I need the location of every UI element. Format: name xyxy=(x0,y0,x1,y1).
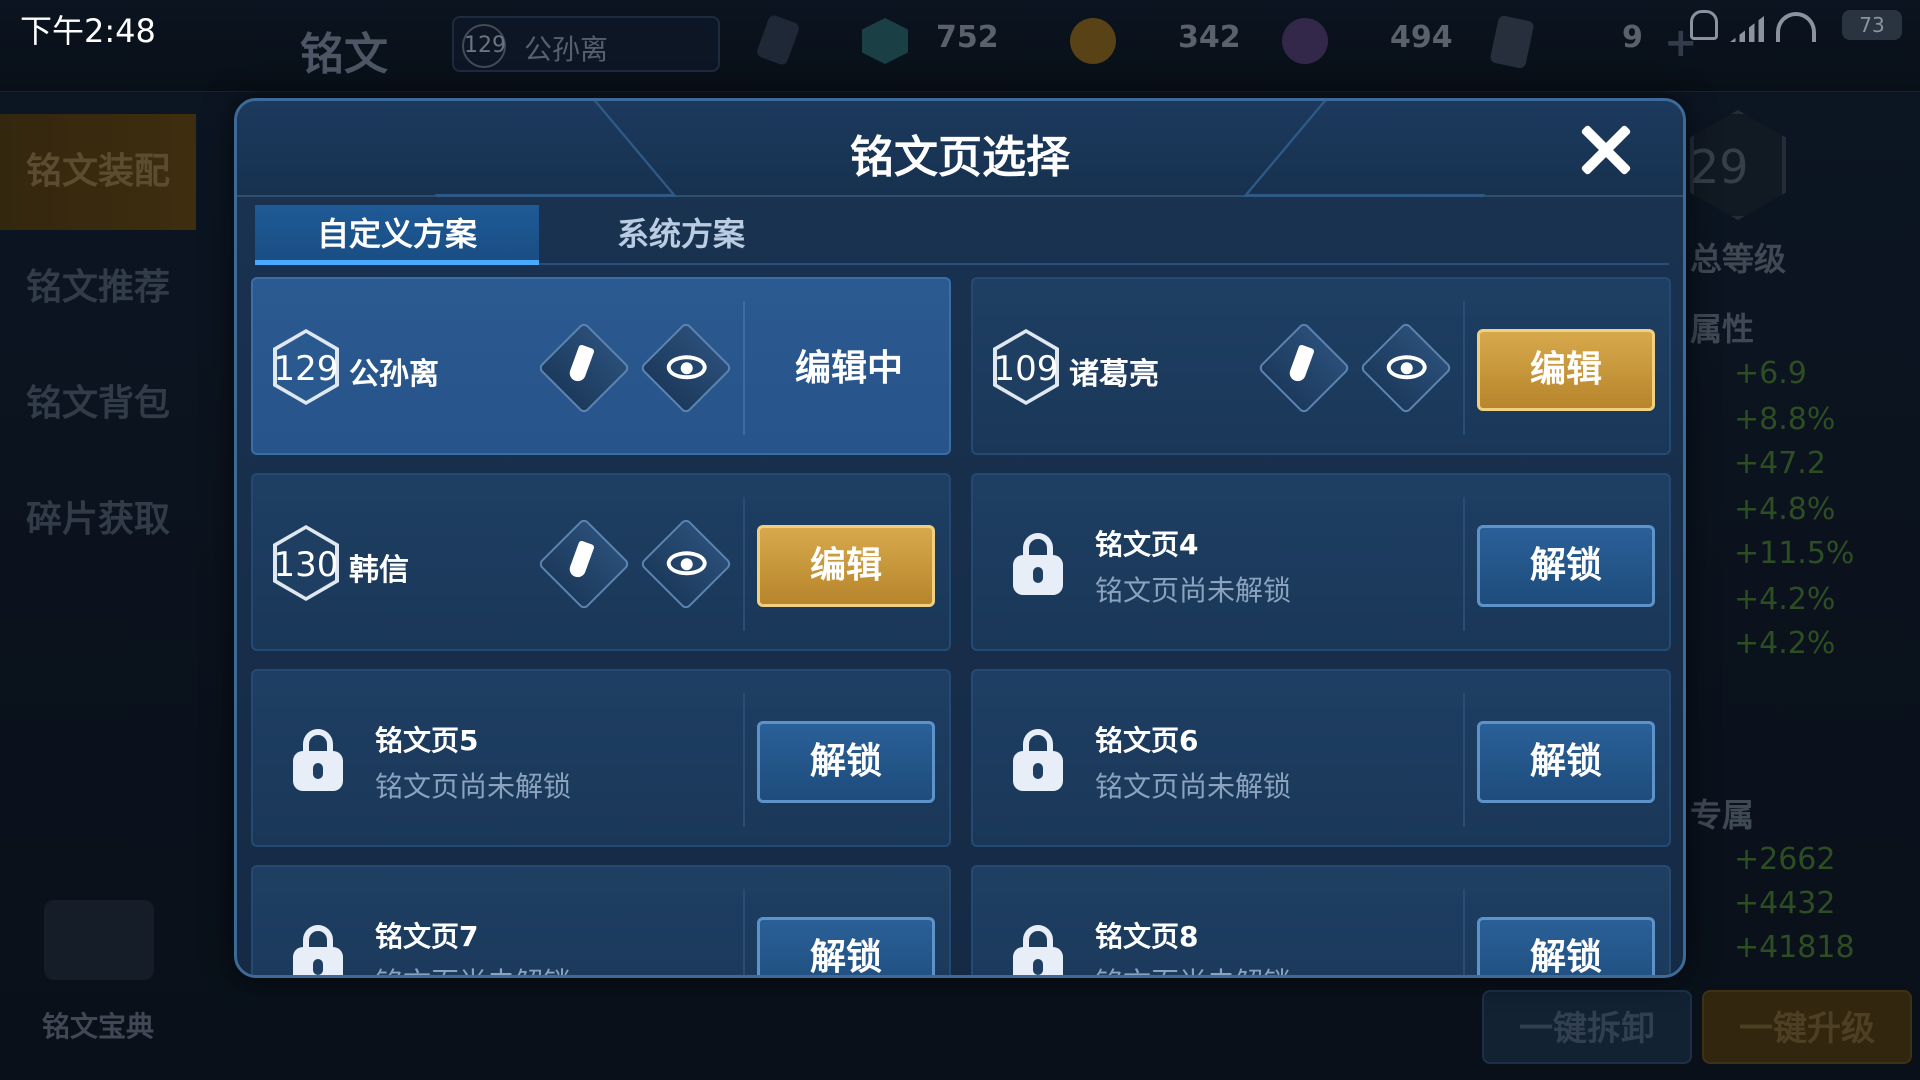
locked-slot: 铭文页8 铭文页尚未解锁 解锁 xyxy=(971,865,1671,975)
unlock-button[interactable]: 解锁 xyxy=(757,917,935,975)
rune-page-grid: 129 公孙离 编辑中 109 诸葛亮 编辑 130 韩信 编辑 铭文页4 铭文… xyxy=(251,277,1675,975)
status-time: 下午2:48 xyxy=(20,12,156,50)
slot-title: 铭文页5 xyxy=(375,724,479,757)
slot-title: 铭文页8 xyxy=(1095,920,1199,953)
signal-icon xyxy=(1730,16,1764,42)
lock-icon xyxy=(1013,925,1063,975)
bell-muted-icon xyxy=(1690,10,1718,40)
status-icons: 73 xyxy=(1662,10,1902,50)
locked-slot: 铭文页5 铭文页尚未解锁 解锁 xyxy=(251,669,951,847)
slot-title: 铭文页6 xyxy=(1095,724,1199,757)
unlock-button[interactable]: 解锁 xyxy=(1477,917,1655,975)
slot-hero-name: 韩信 xyxy=(349,553,409,588)
divider xyxy=(743,497,745,631)
tab-bar: 自定义方案 系统方案 xyxy=(255,205,1669,265)
edit-button[interactable]: 编辑 xyxy=(757,525,935,607)
dialog-header: 铭文页选择 xyxy=(237,101,1683,197)
slot-title: 铭文页4 xyxy=(1095,528,1199,561)
lock-icon xyxy=(1013,533,1063,595)
wifi-icon xyxy=(1776,12,1816,42)
divider xyxy=(1463,497,1465,631)
slot-hero-name: 诸葛亮 xyxy=(1069,357,1159,392)
eye-icon xyxy=(666,355,707,380)
rename-button[interactable] xyxy=(537,321,631,415)
pen-icon xyxy=(567,540,595,580)
slot-subtitle: 铭文页尚未解锁 xyxy=(1095,770,1292,803)
preview-button[interactable] xyxy=(639,321,733,415)
unlock-button[interactable]: 解锁 xyxy=(1477,525,1655,607)
divider xyxy=(743,889,745,975)
editing-status: 编辑中 xyxy=(794,348,903,389)
close-icon[interactable] xyxy=(1577,121,1633,177)
tab-custom[interactable]: 自定义方案 xyxy=(255,205,539,265)
locked-slot: 铭文页4 铭文页尚未解锁 解锁 xyxy=(971,473,1671,651)
unlock-button[interactable]: 解锁 xyxy=(757,721,935,803)
locked-slot: 铭文页7 铭文页尚未解锁 解锁 xyxy=(251,865,951,975)
tab-system[interactable]: 系统方案 xyxy=(539,205,823,265)
rune-page-dialog: 铭文页选择 自定义方案 系统方案 129 公孙离 编辑中 109 诸葛亮 编辑 … xyxy=(234,98,1686,978)
eye-icon xyxy=(1386,355,1427,380)
unlock-button[interactable]: 解锁 xyxy=(1477,721,1655,803)
divider xyxy=(1463,693,1465,827)
lock-icon xyxy=(1013,729,1063,791)
eye-icon xyxy=(666,551,707,576)
slot-subtitle: 铭文页尚未解锁 xyxy=(375,770,572,803)
lock-icon xyxy=(293,729,343,791)
slot-subtitle: 铭文页尚未解锁 xyxy=(1095,961,1291,975)
battery-indicator: 73 xyxy=(1842,10,1902,40)
preview-button[interactable] xyxy=(1359,321,1453,415)
slot-level: 129 xyxy=(273,349,339,389)
slot-subtitle: 铭文页尚未解锁 xyxy=(375,961,571,975)
slot-title: 铭文页7 xyxy=(375,920,479,953)
slot-subtitle: 铭文页尚未解锁 xyxy=(1095,574,1292,607)
pen-icon xyxy=(1287,344,1315,384)
rune-page-slot[interactable]: 109 诸葛亮 编辑 xyxy=(971,277,1671,455)
pen-icon xyxy=(567,344,595,384)
slot-level: 109 xyxy=(993,349,1059,389)
rune-page-slot[interactable]: 129 公孙离 编辑中 xyxy=(251,277,951,455)
divider xyxy=(743,693,745,827)
divider xyxy=(1463,889,1465,975)
dialog-title: 铭文页选择 xyxy=(850,132,1070,183)
rename-button[interactable] xyxy=(1257,321,1351,415)
preview-button[interactable] xyxy=(639,517,733,611)
lock-icon xyxy=(293,925,343,975)
slot-hero-name: 公孙离 xyxy=(349,357,439,392)
locked-slot: 铭文页6 铭文页尚未解锁 解锁 xyxy=(971,669,1671,847)
divider xyxy=(1463,301,1465,435)
rename-button[interactable] xyxy=(537,517,631,611)
slot-level: 130 xyxy=(273,545,339,585)
rune-page-slot[interactable]: 130 韩信 编辑 xyxy=(251,473,951,651)
edit-button[interactable]: 编辑 xyxy=(1477,329,1655,411)
